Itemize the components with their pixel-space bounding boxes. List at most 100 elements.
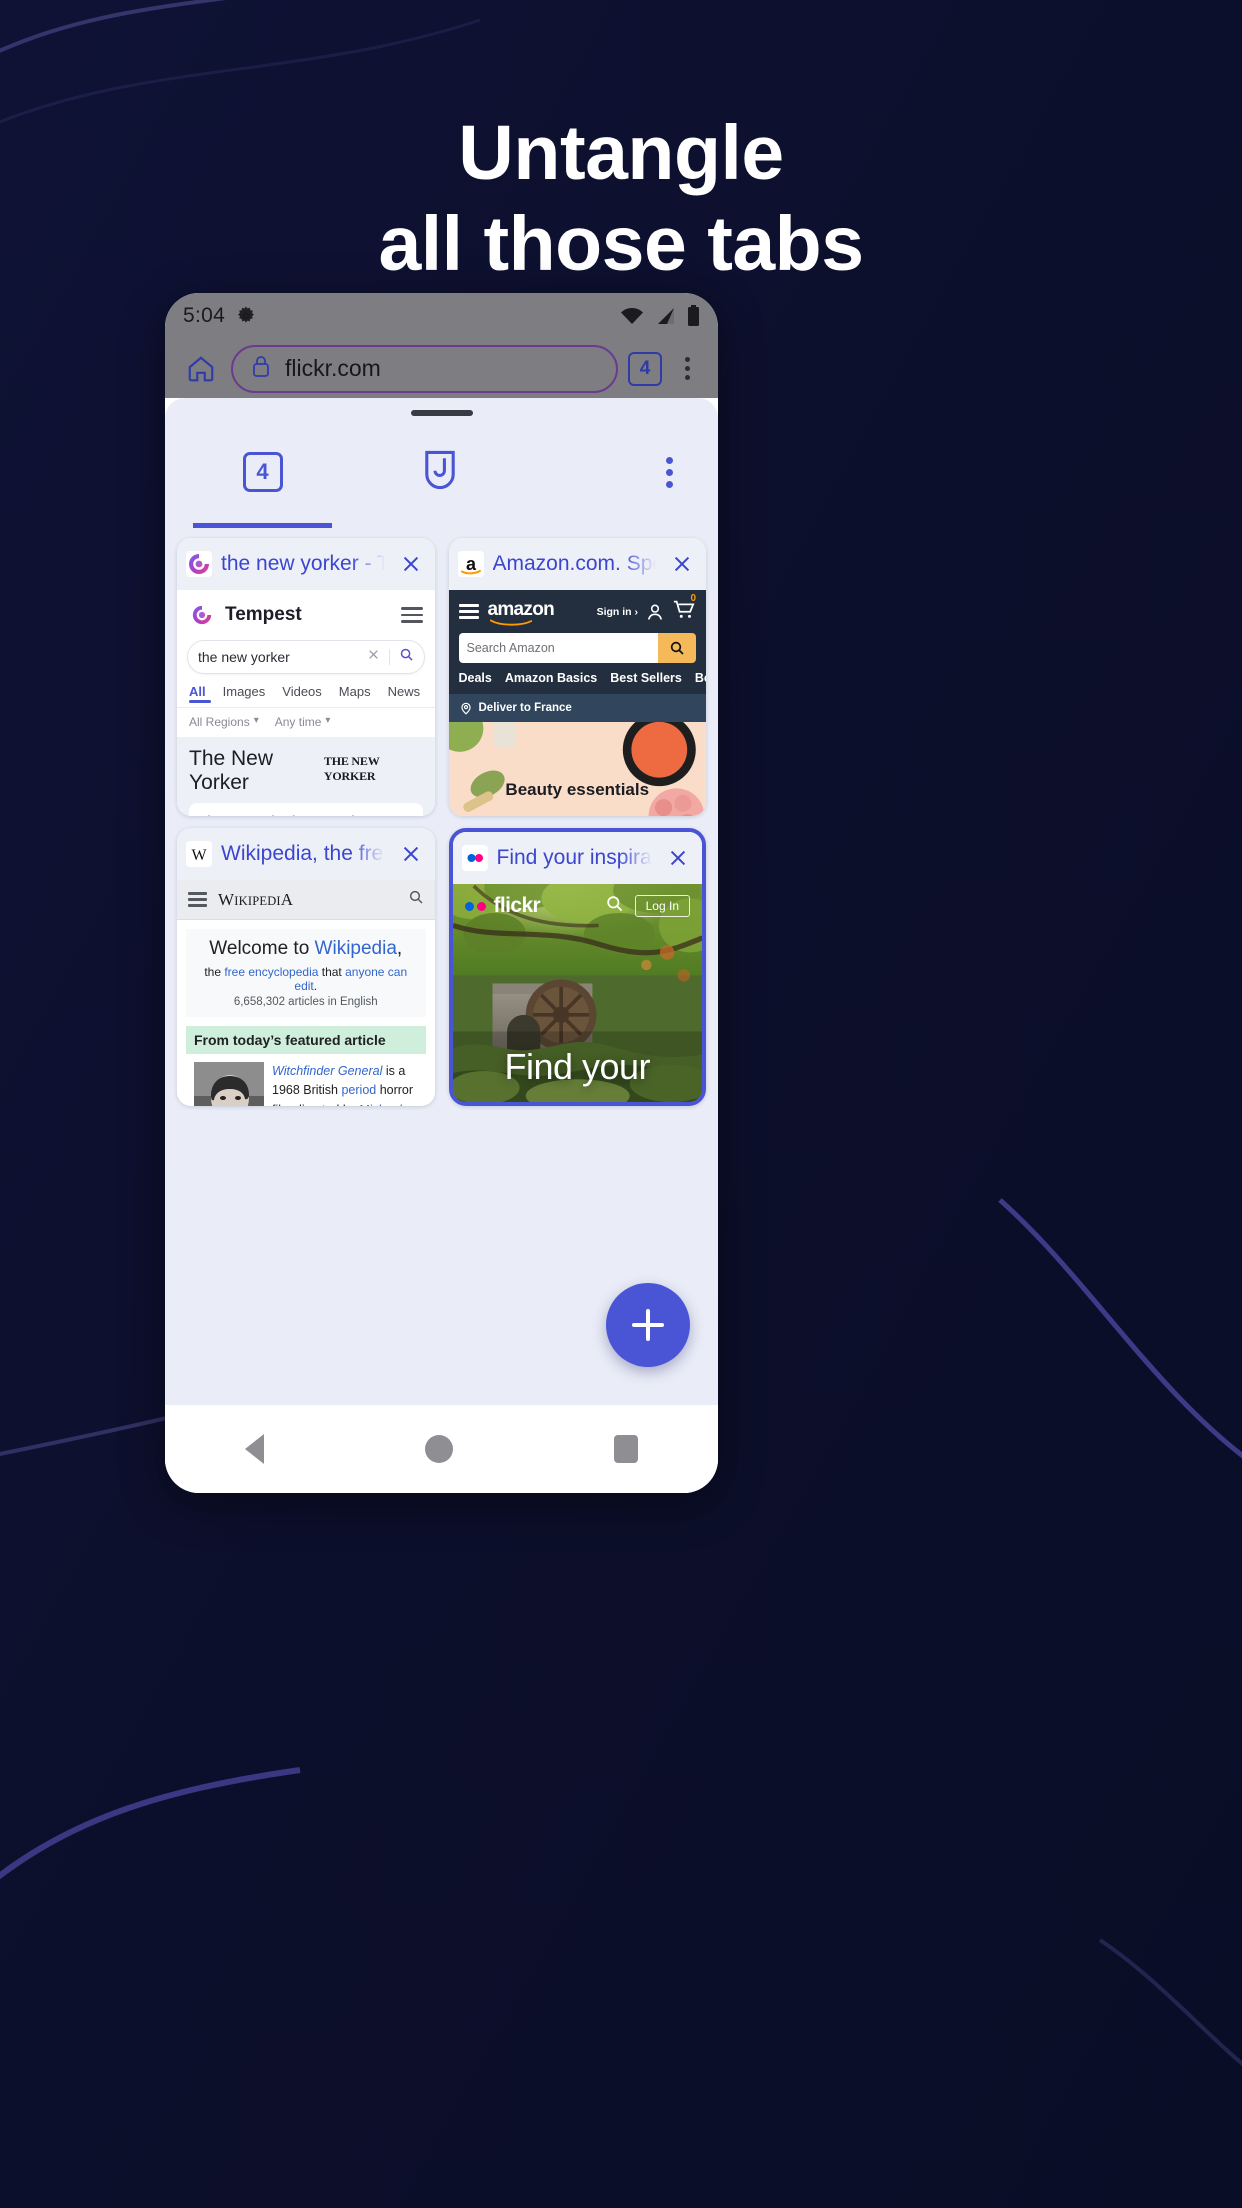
amazon-search-row: Search Amazon xyxy=(448,633,706,671)
search-tab-images[interactable]: Images xyxy=(223,684,266,699)
search-icon[interactable] xyxy=(605,894,624,918)
nav-best-sellers[interactable]: Best Sellers xyxy=(610,671,682,685)
featured-article-heading: From today’s featured article xyxy=(186,1026,426,1054)
tab-card-header: Find your inspiratio xyxy=(452,832,702,884)
tempest-header: Tempest xyxy=(177,590,435,636)
clear-icon[interactable] xyxy=(367,648,380,666)
headline-line-1: Untangle xyxy=(458,110,784,196)
overflow-menu-icon[interactable] xyxy=(672,357,702,380)
search-tab-news[interactable]: News xyxy=(388,684,421,699)
tab-preview: Tempest the new yorker All Images Videos… xyxy=(177,590,435,816)
table-row[interactable]: Find your inspiratio xyxy=(448,828,706,1106)
new-tab-button[interactable] xyxy=(606,1283,690,1367)
cart-count: 0 xyxy=(690,593,696,604)
tab-tray-tabs: 4 xyxy=(165,416,718,528)
wikipedia-welcome: Welcome to Wikipedia, the free encyclope… xyxy=(186,929,426,1017)
close-icon[interactable] xyxy=(663,847,693,869)
search-tab-maps[interactable]: Maps xyxy=(339,684,371,699)
result-title: The New Yorker xyxy=(189,747,274,794)
tab-card-header: W Wikipedia, the free xyxy=(177,828,435,880)
home-icon[interactable] xyxy=(424,1435,453,1463)
recents-icon[interactable] xyxy=(613,1435,638,1463)
cart-icon[interactable]: 0 xyxy=(672,593,696,625)
search-icon xyxy=(670,641,684,655)
status-bar: 5:04 xyxy=(165,293,718,339)
table-row[interactable]: W Wikipedia, the free WIKIPEDIA Welcome … xyxy=(177,828,435,1106)
location-pin-icon xyxy=(460,702,471,715)
gear-icon xyxy=(235,305,257,327)
search-input[interactable]: the new yorker xyxy=(187,640,425,674)
amazon-hero-banner[interactable]: Beauty essentials xyxy=(448,722,706,816)
filter-time[interactable]: Any time xyxy=(275,715,322,729)
search-input[interactable]: Search Amazon xyxy=(458,633,658,663)
chevron-down-icon: ▾ xyxy=(325,715,331,726)
tab-preview: amazon Sign in › 0 Search Amazon Deals A… xyxy=(448,590,706,816)
wikipedia-link[interactable]: Wikipedia xyxy=(315,938,397,959)
tab-card-header: the new yorker - Te xyxy=(177,538,435,590)
phone-mockup: 5:04 flickr.com 4 4 the new yorker - Te … xyxy=(165,293,718,1493)
search-tab-all[interactable]: All xyxy=(189,684,206,699)
hamburger-icon[interactable] xyxy=(400,607,423,623)
lock-icon xyxy=(249,353,273,384)
cellular-signal-icon xyxy=(658,308,674,324)
normal-tabs-count: 4 xyxy=(242,452,283,492)
nav-books[interactable]: Books xyxy=(695,671,706,685)
flickr-header: flickr Log In xyxy=(464,894,690,918)
welcome-heading: Welcome to Wikipedia, xyxy=(209,938,403,959)
deliver-to-row[interactable]: Deliver to France xyxy=(448,694,706,722)
amazon-logo: amazon xyxy=(488,599,555,626)
close-icon[interactable] xyxy=(396,553,426,575)
url-bar[interactable]: flickr.com xyxy=(231,344,618,393)
tempest-icon xyxy=(189,602,215,628)
tab-preview: WIKIPEDIA Welcome to Wikipedia, the free… xyxy=(177,880,435,1106)
search-result: The New Yorker THE NEW YORKER The New Yo… xyxy=(177,737,435,816)
result-brand: THE NEW YORKER xyxy=(323,754,380,783)
home-icon[interactable] xyxy=(181,349,221,389)
tab-counter-button[interactable]: 4 xyxy=(628,351,662,386)
featured-article-thumbnail xyxy=(194,1062,264,1106)
amazon-account-area: Sign in › 0 xyxy=(597,593,696,625)
tab-title: Find your inspiratio xyxy=(496,846,655,869)
wikipedia-header: WIKIPEDIA xyxy=(177,880,435,920)
account-icon[interactable] xyxy=(645,602,665,622)
flickr-hero-text: Find your xyxy=(504,1046,651,1087)
featured-article-link[interactable]: Witchfinder General xyxy=(272,1064,382,1078)
wifi-icon xyxy=(621,308,643,324)
amazon-nav: Deals Amazon Basics Best Sellers Books L… xyxy=(448,671,706,694)
back-icon[interactable] xyxy=(245,1434,265,1464)
search-button[interactable] xyxy=(658,633,696,663)
article-count: 6,658,302 articles in English xyxy=(233,996,378,1008)
wikipedia-w-icon: W xyxy=(186,841,212,867)
search-icon[interactable] xyxy=(408,889,424,910)
tab-normal-tabs[interactable]: 4 xyxy=(195,416,330,528)
search-query: the new yorker xyxy=(198,649,290,665)
hero-text: Beauty essentials xyxy=(505,780,650,799)
sign-in-label[interactable]: Sign in › xyxy=(597,606,638,618)
close-icon[interactable] xyxy=(667,553,697,575)
filter-regions[interactable]: All Regions xyxy=(189,715,250,729)
tab-preview: flickr Log In Find your xyxy=(452,884,702,1102)
tab-private-tabs[interactable] xyxy=(372,416,507,528)
private-shield-icon xyxy=(420,448,460,497)
table-row[interactable]: the new yorker - Te Tempest the new york… xyxy=(177,538,435,816)
tab-title: the new yorker - Te xyxy=(221,552,387,575)
login-button[interactable]: Log In xyxy=(634,895,690,917)
tab-card-header: a Amazon.com. Spe xyxy=(448,538,706,590)
divider xyxy=(388,649,390,665)
amazon-a-icon: a xyxy=(457,551,484,577)
nav-deals[interactable]: Deals xyxy=(459,671,492,685)
free-encyclopedia-link[interactable]: free encyclopedia xyxy=(224,965,318,979)
close-icon[interactable] xyxy=(396,843,426,865)
search-tab-videos[interactable]: Videos xyxy=(282,684,322,699)
tab-tray-menu-icon[interactable] xyxy=(648,456,690,488)
search-icon[interactable] xyxy=(399,647,414,667)
deliver-to-label: Deliver to France xyxy=(478,702,572,714)
period-link[interactable]: period xyxy=(341,1083,376,1097)
nav-amazon-basics[interactable]: Amazon Basics xyxy=(505,671,597,685)
tab-tray: 4 the new yorker - Te Tempest the new yo… xyxy=(165,398,718,1493)
amazon-header: amazon Sign in › 0 xyxy=(448,590,706,633)
table-row[interactable]: a Amazon.com. Spe amazon Sign in › 0 Sea… xyxy=(448,538,706,816)
status-icons xyxy=(619,305,700,327)
hamburger-icon[interactable] xyxy=(188,892,207,907)
hamburger-icon[interactable] xyxy=(458,604,479,619)
